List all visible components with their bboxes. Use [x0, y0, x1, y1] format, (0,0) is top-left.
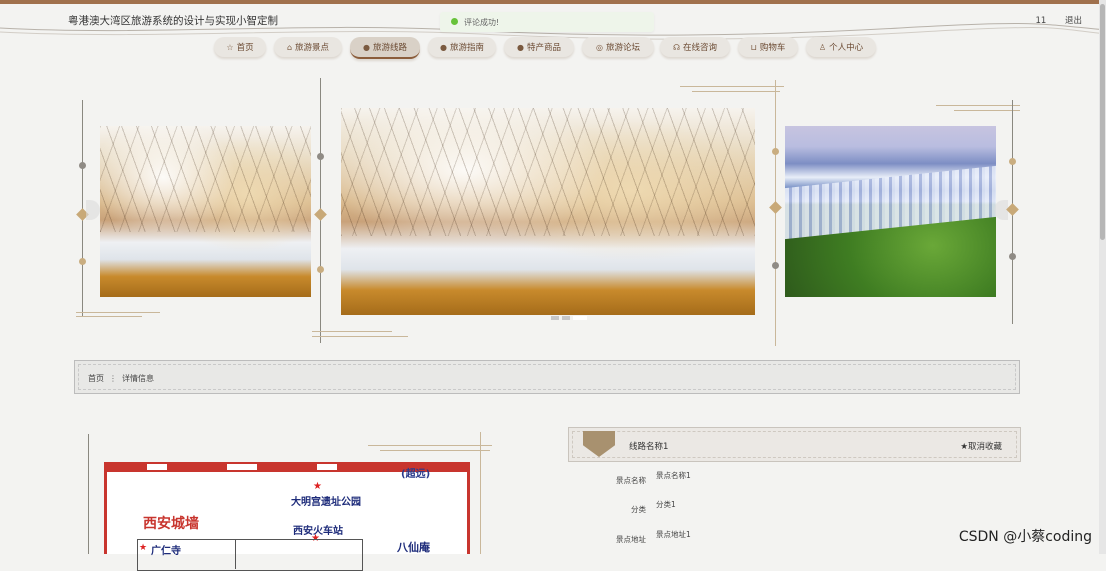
decor-line [312, 336, 408, 337]
pager-dot[interactable] [551, 316, 559, 320]
map-bar-gap [147, 464, 167, 470]
decor-line [368, 445, 492, 446]
slide-image-snow-center [341, 108, 755, 315]
info-value-name: 景点名称1 [656, 471, 691, 480]
info-key: 景点名称 [616, 476, 646, 485]
map-star-icon: ★ [139, 543, 148, 553]
info-key-name: 景点名称 [586, 474, 646, 486]
route-icon: ● [363, 42, 370, 52]
breadcrumb-text: 首页 ⋮ 详情信息 [88, 373, 154, 384]
bag-icon: ⌂ [286, 42, 293, 52]
decor-diamond [314, 208, 327, 221]
decor-dot [317, 153, 324, 160]
decor-line [936, 105, 1020, 106]
breadcrumb: 首页 ⋮ 详情信息 [74, 360, 1020, 394]
slide-image-waterfall [785, 126, 996, 297]
branch-texture [100, 126, 311, 233]
decor-line [954, 110, 1020, 111]
nav-attractions[interactable]: ⌂ 旅游景点 [274, 37, 342, 57]
main-nav: ☆ 首页 ⌂ 旅游景点 ● 旅游线路 ● 旅游指南 ● 特产商品 ◎ 旅游论坛 ☊ 在线咨询 … [0, 37, 1106, 59]
slide-image-snow-left [100, 126, 311, 297]
nav-label: 旅游论坛 [605, 43, 640, 53]
nav-label: 在线咨询 [683, 43, 718, 53]
scrollbar-thumb[interactable] [1100, 4, 1105, 240]
banner-carousel[interactable] [0, 70, 1106, 360]
pager-dot-active[interactable] [573, 316, 587, 320]
success-toast: 评论成功! [440, 12, 654, 32]
decor-dot [772, 262, 779, 269]
water-texture [785, 166, 996, 240]
carousel-prev-button[interactable] [86, 200, 100, 220]
map-star-icon: ★ [313, 481, 322, 492]
headset-icon: ☊ [672, 42, 681, 52]
decor-dot [1009, 158, 1016, 165]
route-detail-header: 线路名称1 ★取消收藏 [568, 427, 1021, 462]
info-value-address: 景点地址1 [656, 530, 691, 539]
question-icon: ● [440, 42, 447, 52]
info-key-address: 景点地址 [586, 533, 646, 545]
csdn-watermark: CSDN @小蔡coding [958, 529, 1092, 545]
decor-line [76, 316, 142, 317]
info-key-category: 分类 [586, 503, 646, 515]
pager-dot[interactable] [562, 316, 570, 320]
nav-profile[interactable]: ♙ 个人中心 [806, 37, 876, 57]
breadcrumb-current: 详情信息 [122, 374, 154, 383]
cancel-favorite-button[interactable]: ★取消收藏 [960, 440, 1002, 452]
decor-line [692, 91, 780, 92]
decor-line [76, 312, 160, 313]
nav-home[interactable]: ☆ 首页 [214, 37, 266, 57]
info-icon: ● [517, 42, 524, 52]
decor-line [88, 434, 89, 554]
nav-label: 旅游指南 [449, 43, 484, 53]
breadcrumb-border [78, 364, 1016, 390]
decor-diamond [1006, 203, 1019, 216]
home-icon: ☆ [226, 42, 234, 52]
toast-message: 评论成功! [464, 18, 500, 27]
info-key: 景点地址 [616, 535, 646, 544]
map-label-citywall: 西安城墙 [143, 516, 199, 532]
decor-dot [772, 148, 779, 155]
map-label-baxian: 八仙庵 [397, 541, 430, 554]
decor-diamond [769, 201, 782, 214]
nav-forum[interactable]: ◎ 旅游论坛 [582, 37, 654, 57]
decor-dot [79, 162, 86, 169]
forum-icon: ◎ [596, 42, 603, 52]
nav-label: 购物车 [759, 43, 786, 53]
decor-dot [79, 258, 86, 265]
nav-label: 旅游景点 [295, 43, 330, 53]
decor-dot [317, 266, 324, 273]
nav-guide[interactable]: ● 旅游指南 [428, 37, 496, 57]
nav-cart[interactable]: ⊔ 购物车 [738, 37, 798, 57]
nav-consult[interactable]: ☊ 在线咨询 [660, 37, 730, 57]
info-value-category: 分类1 [656, 500, 676, 509]
branch-texture [341, 108, 755, 237]
decor-dot [1009, 253, 1016, 260]
cart-icon: ⊔ [750, 42, 757, 52]
decor-line [380, 450, 490, 451]
decor-line [312, 331, 392, 332]
decor-line [680, 86, 784, 87]
nav-routes[interactable]: ● 旅游线路 [350, 37, 420, 59]
breadcrumb-separator: ⋮ [109, 374, 117, 383]
user-icon: ♙ [818, 42, 827, 52]
map-label-daming: 大明宫遗址公园 [291, 497, 361, 508]
carousel-pager[interactable] [551, 305, 590, 320]
success-dot-icon [451, 18, 458, 25]
nav-products[interactable]: ● 特产商品 [504, 37, 574, 57]
map-bar-gap [227, 464, 257, 470]
nav-label: 首页 [236, 43, 254, 53]
nav-label: 特产商品 [526, 43, 561, 53]
map-road-line [235, 539, 236, 569]
nav-label: 旅游线路 [372, 43, 407, 53]
map-label-temple: 广仁寺 [151, 546, 181, 557]
info-key: 分类 [631, 505, 646, 514]
route-map-image: (超远) ★ 大明宫遗址公园 西安城墙 西安火车站 ★ ★ 广仁寺 八仙庵 [104, 462, 470, 571]
map-bar-gap [317, 464, 337, 470]
page-scrollbar[interactable] [1099, 0, 1106, 554]
map-label-far: (超远) [401, 469, 431, 480]
route-name: 线路名称1 [629, 442, 669, 452]
nav-label: 个人中心 [829, 43, 864, 53]
breadcrumb-home[interactable]: 首页 [88, 374, 104, 383]
